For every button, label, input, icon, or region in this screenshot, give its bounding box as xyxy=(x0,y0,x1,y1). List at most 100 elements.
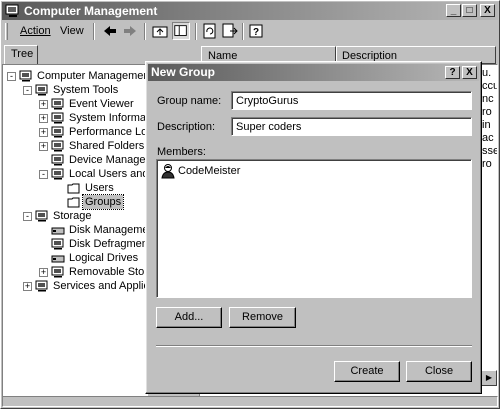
up-folder-icon[interactable] xyxy=(152,23,168,39)
create-button[interactable]: Create xyxy=(334,361,400,382)
shared-folder-icon xyxy=(51,140,64,152)
tree-item-label: Local Users and Grou xyxy=(69,168,148,180)
tree-item-label: Event Viewer xyxy=(69,98,134,110)
maximize-button[interactable]: □ xyxy=(462,4,477,17)
window-title: Computer Management xyxy=(24,4,158,18)
expand-icon[interactable]: + xyxy=(39,142,48,151)
collapse-icon[interactable]: - xyxy=(39,170,48,179)
event-viewer-icon xyxy=(51,98,64,110)
tree-item[interactable]: Disk Defragmenter xyxy=(3,237,148,251)
close-button[interactable]: X xyxy=(480,4,495,17)
tree-item-label: Removable Storage xyxy=(69,266,147,278)
minimize-button[interactable]: _ xyxy=(446,4,461,17)
toolbar: Action View ? xyxy=(2,20,498,44)
tree-item-label: Performance Logs an xyxy=(69,126,148,138)
defrag-icon xyxy=(51,238,64,250)
collapse-icon[interactable]: - xyxy=(7,72,16,81)
toolbar-grip xyxy=(5,23,8,40)
tree-item[interactable]: + Performance Logs an xyxy=(3,125,148,139)
add-button[interactable]: Add... xyxy=(156,307,222,328)
computer-icon xyxy=(19,70,32,82)
description-fragment: u. xyxy=(482,67,492,79)
tree-item[interactable]: - System Tools xyxy=(3,83,147,97)
storage-icon xyxy=(35,210,48,222)
tree-item[interactable]: + Services and Applications xyxy=(3,279,148,293)
new-group-dialog: New Group ? X Group name: CryptoGurus De… xyxy=(145,61,482,394)
tree-item-label: Device Manager xyxy=(69,154,148,166)
folder-icon xyxy=(67,183,80,194)
tools-icon xyxy=(35,84,48,96)
group-name-field[interactable]: CryptoGurus xyxy=(231,91,472,110)
dialog-separator xyxy=(156,345,472,347)
expand-icon[interactable]: + xyxy=(39,268,48,277)
tree-item-label: Disk Defragmenter xyxy=(69,238,148,250)
tree-item-label: Groups xyxy=(81,194,125,210)
tree-item[interactable]: Users xyxy=(3,181,147,195)
dialog-title-bar[interactable]: New Group ? X xyxy=(148,64,479,81)
toolbar-separator xyxy=(144,23,146,40)
expand-icon[interactable]: + xyxy=(23,282,32,291)
tree-item[interactable]: + Removable Storage xyxy=(3,265,147,279)
members-list[interactable]: CodeMeister xyxy=(156,159,472,298)
show-tree-icon[interactable] xyxy=(172,22,190,40)
tree-item-label: Users xyxy=(85,182,114,194)
scroll-right-button[interactable]: ▶ xyxy=(481,370,497,386)
close-dialog-button[interactable]: Close xyxy=(406,361,472,382)
expand-icon[interactable]: + xyxy=(39,128,48,137)
tree-item[interactable]: + System Information xyxy=(3,111,148,125)
tree-item-label: Computer Management (Loc xyxy=(37,70,148,82)
tab-tree-label: Tree xyxy=(11,48,34,60)
toolbar-separator xyxy=(93,23,95,40)
export-list-icon[interactable] xyxy=(222,23,238,39)
description-label: Description: xyxy=(157,121,216,133)
system-info-icon xyxy=(51,112,64,124)
group-name-label: Group name: xyxy=(157,95,222,107)
toolbar-separator xyxy=(195,23,197,40)
tree-item[interactable]: + Event Viewer xyxy=(3,97,147,111)
device-manager-icon xyxy=(51,154,64,166)
description-fragment: nc xyxy=(482,93,494,105)
description-fragment: in xyxy=(482,119,491,131)
tree-item[interactable]: - Computer Management (Loc xyxy=(3,69,148,83)
back-arrow-icon[interactable] xyxy=(102,24,118,38)
collapse-icon[interactable]: - xyxy=(23,212,32,221)
user-icon xyxy=(161,164,175,179)
dialog-close-button[interactable]: X xyxy=(462,66,477,79)
tree-pane[interactable]: -Computer Management (Loc-System Tools+E… xyxy=(2,64,148,397)
menu-view[interactable]: View xyxy=(60,25,84,37)
tree-item-label: Services and Applications xyxy=(53,280,148,292)
description-fragment: ccu xyxy=(482,80,498,92)
remove-button[interactable]: Remove xyxy=(229,307,296,328)
menu-action[interactable]: Action xyxy=(20,25,51,37)
refresh-icon[interactable] xyxy=(202,23,218,39)
tree-item[interactable]: Logical Drives xyxy=(3,251,147,265)
tree-item[interactable]: Device Manager xyxy=(3,153,148,167)
svg-text:?: ? xyxy=(253,27,259,38)
collapse-icon[interactable]: - xyxy=(23,86,32,95)
expand-icon[interactable]: + xyxy=(39,100,48,109)
expand-icon[interactable]: + xyxy=(39,114,48,123)
description-fragment: ro xyxy=(482,106,492,118)
tree-item-label: Logical Drives xyxy=(69,252,139,264)
help-icon[interactable]: ? xyxy=(249,23,265,39)
list-scrollbar[interactable]: ▶ xyxy=(481,370,497,386)
main-title-bar[interactable]: Computer Management _ □ X xyxy=(2,2,498,20)
tree-item[interactable]: - Local Users and Grou xyxy=(3,167,148,181)
tree-item[interactable]: + Shared Folders xyxy=(3,139,147,153)
members-label: Members: xyxy=(157,146,206,158)
tab-tree[interactable]: Tree xyxy=(4,45,38,64)
tree-item-label: System Information xyxy=(69,112,148,124)
performance-icon xyxy=(51,126,64,138)
toolbar-separator xyxy=(242,23,244,40)
forward-arrow-icon[interactable] xyxy=(122,24,138,38)
description-field[interactable]: Super coders xyxy=(231,117,472,136)
tree-item[interactable]: - Storage xyxy=(3,209,147,223)
services-icon xyxy=(35,280,48,292)
tree-item[interactable]: Disk Management xyxy=(3,223,147,237)
tree-item-label: System Tools xyxy=(53,84,119,96)
drive-icon xyxy=(51,255,65,263)
tree-item-label: Disk Management xyxy=(69,224,147,236)
description-fragment: sse xyxy=(482,145,498,157)
tree-item[interactable]: Groups xyxy=(3,194,147,210)
dialog-help-button[interactable]: ? xyxy=(445,66,460,79)
